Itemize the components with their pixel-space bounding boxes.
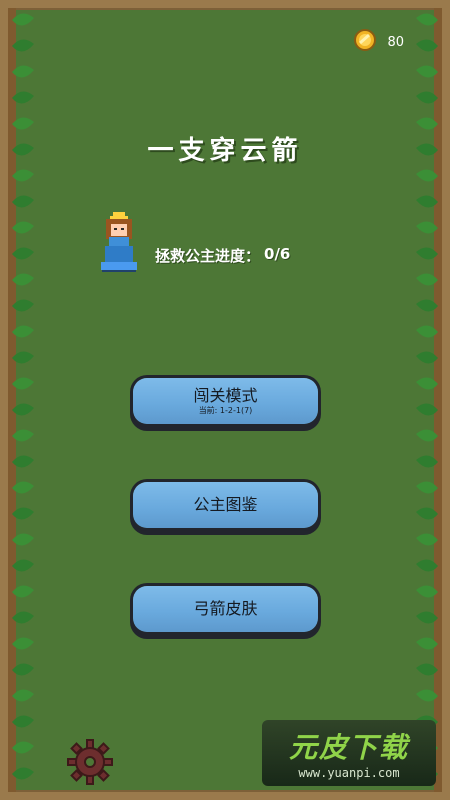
bow-skins-button[interactable]: 弓箭皮肤 (133, 586, 318, 632)
game-title: 一支穿云箭 (147, 136, 303, 166)
coin-icon (353, 28, 377, 56)
watermark-url: www.yuanpi.com (298, 766, 400, 780)
challenge-mode-label: 闯关模式 (193, 386, 258, 405)
coin-counter: 80 (353, 28, 404, 56)
coin-count: 80 (387, 34, 404, 50)
challenge-mode-button[interactable]: 闯关模式 当前: 1-2-1(7) (133, 378, 318, 424)
bow-skins-label: 弓箭皮肤 (193, 599, 258, 618)
rescue-progress: 拯救公主进度： 0/6 (155, 245, 290, 266)
game-screen: 80 一支穿云箭 拯救公主进度： 0/6 闯关模式 当前: 1-2-1(7) 公… (8, 8, 442, 792)
princess-gallery-label: 公主图鉴 (193, 495, 258, 514)
rescue-progress-value: 0/6 (264, 245, 291, 263)
left-vine-decoration (8, 8, 34, 792)
gear-icon[interactable] (67, 739, 113, 789)
watermark-title: 元皮下载 (288, 731, 409, 764)
watermark-logo: 元皮下载 www.yuanpi.com (262, 720, 436, 786)
challenge-progress-label: 当前: 1-2-1(7) (198, 406, 253, 415)
right-vine-decoration (416, 8, 442, 792)
rescue-label: 拯救公主进度： (155, 247, 261, 265)
princess-icon (96, 212, 142, 278)
princess-gallery-button[interactable]: 公主图鉴 (133, 482, 318, 528)
